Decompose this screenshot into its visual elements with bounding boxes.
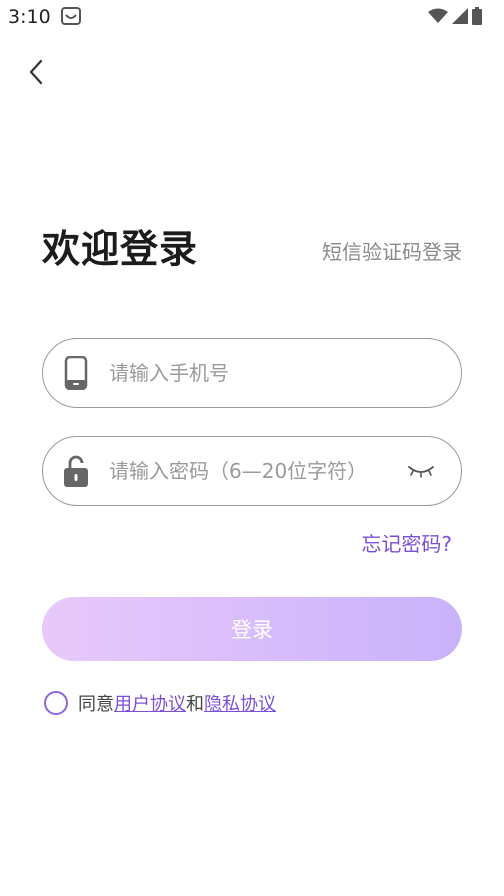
lock-icon [64,455,88,487]
agreement-row: 同意 用户协议 和 隐私协议 [44,690,276,716]
password-input[interactable] [109,437,399,505]
password-field[interactable] [42,436,462,506]
user-agreement-link[interactable]: 用户协议 [114,690,186,716]
wifi-icon [428,8,448,23]
status-bar: 3:10 [0,0,504,34]
privacy-agreement-link[interactable]: 隐私协议 [204,690,276,716]
agree-checkbox[interactable] [44,691,68,715]
page-title: 欢迎登录 [42,227,199,271]
eye-closed-icon[interactable] [407,463,435,479]
agreement-conjunction: 和 [186,694,204,715]
notification-app-icon [61,7,81,25]
status-time: 3:10 [8,6,51,28]
battery-icon [472,7,482,25]
status-indicators [428,7,482,25]
forgot-password-link[interactable]: 忘记密码? [361,528,452,557]
agreement-prefix: 同意 [78,694,114,715]
phone-icon [64,356,88,390]
login-button[interactable]: 登录 [42,597,462,661]
signal-icon [452,8,468,24]
phone-input[interactable] [109,339,439,407]
sms-login-link[interactable]: 短信验证码登录 [322,236,462,265]
login-screen: 3:10 欢迎登录 短信验证码登录 请输入手机号 忘记密码? 登录 同意 用户协… [0,0,504,896]
phone-field[interactable] [42,338,462,408]
chevron-left-icon [29,59,43,85]
back-button[interactable] [18,54,54,90]
